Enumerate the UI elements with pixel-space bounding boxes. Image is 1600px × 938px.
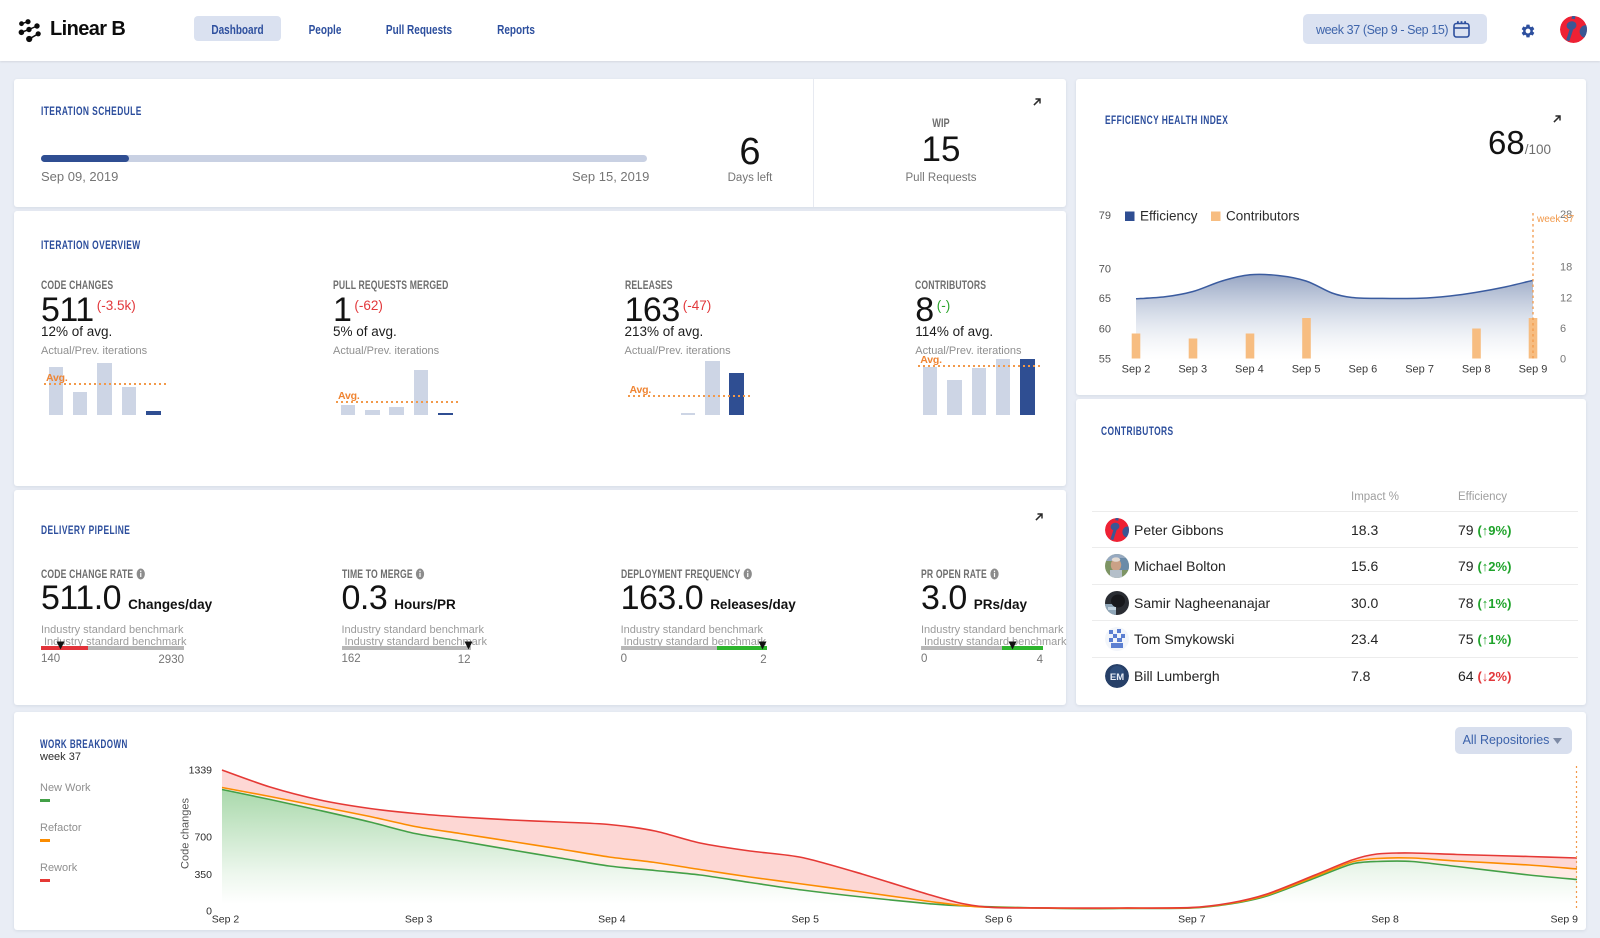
- svg-text:Contributors: Contributors: [1226, 209, 1300, 224]
- svg-text:18: 18: [1560, 262, 1572, 274]
- svg-text:65: 65: [1099, 293, 1111, 305]
- svg-text:week 37: week 37: [1536, 214, 1575, 225]
- svg-text:Sep 3: Sep 3: [1178, 364, 1207, 376]
- svg-text:Sep 3: Sep 3: [405, 914, 433, 926]
- svg-text:6: 6: [1560, 323, 1566, 335]
- svg-text:Sep 9: Sep 9: [1551, 914, 1579, 926]
- svg-text:Sep 8: Sep 8: [1462, 364, 1491, 376]
- svg-text:12: 12: [1560, 293, 1572, 305]
- svg-text:Sep 2: Sep 2: [1122, 364, 1151, 376]
- svg-text:Sep 6: Sep 6: [985, 914, 1013, 926]
- svg-text:70: 70: [1099, 264, 1111, 276]
- svg-text:55: 55: [1099, 354, 1111, 366]
- svg-text:1339: 1339: [189, 765, 213, 777]
- svg-text:Efficiency: Efficiency: [1140, 209, 1198, 224]
- svg-text:Sep 4: Sep 4: [598, 914, 626, 926]
- svg-text:Sep 4: Sep 4: [1235, 364, 1264, 376]
- svg-text:79: 79: [1099, 210, 1111, 222]
- svg-text:Sep 8: Sep 8: [1371, 914, 1399, 926]
- svg-text:Sep 5: Sep 5: [791, 914, 819, 926]
- svg-text:Sep 7: Sep 7: [1405, 364, 1434, 376]
- svg-text:Sep 5: Sep 5: [1292, 364, 1321, 376]
- svg-text:Sep 6: Sep 6: [1349, 364, 1378, 376]
- svg-text:350: 350: [194, 869, 212, 881]
- svg-text:Sep 7: Sep 7: [1178, 914, 1206, 926]
- svg-text:Sep 9: Sep 9: [1519, 364, 1548, 376]
- svg-text:60: 60: [1099, 324, 1111, 336]
- svg-text:0: 0: [1560, 354, 1566, 366]
- svg-text:EM: EM: [1110, 672, 1124, 683]
- svg-text:700: 700: [194, 832, 212, 844]
- svg-text:Sep 2: Sep 2: [212, 914, 240, 926]
